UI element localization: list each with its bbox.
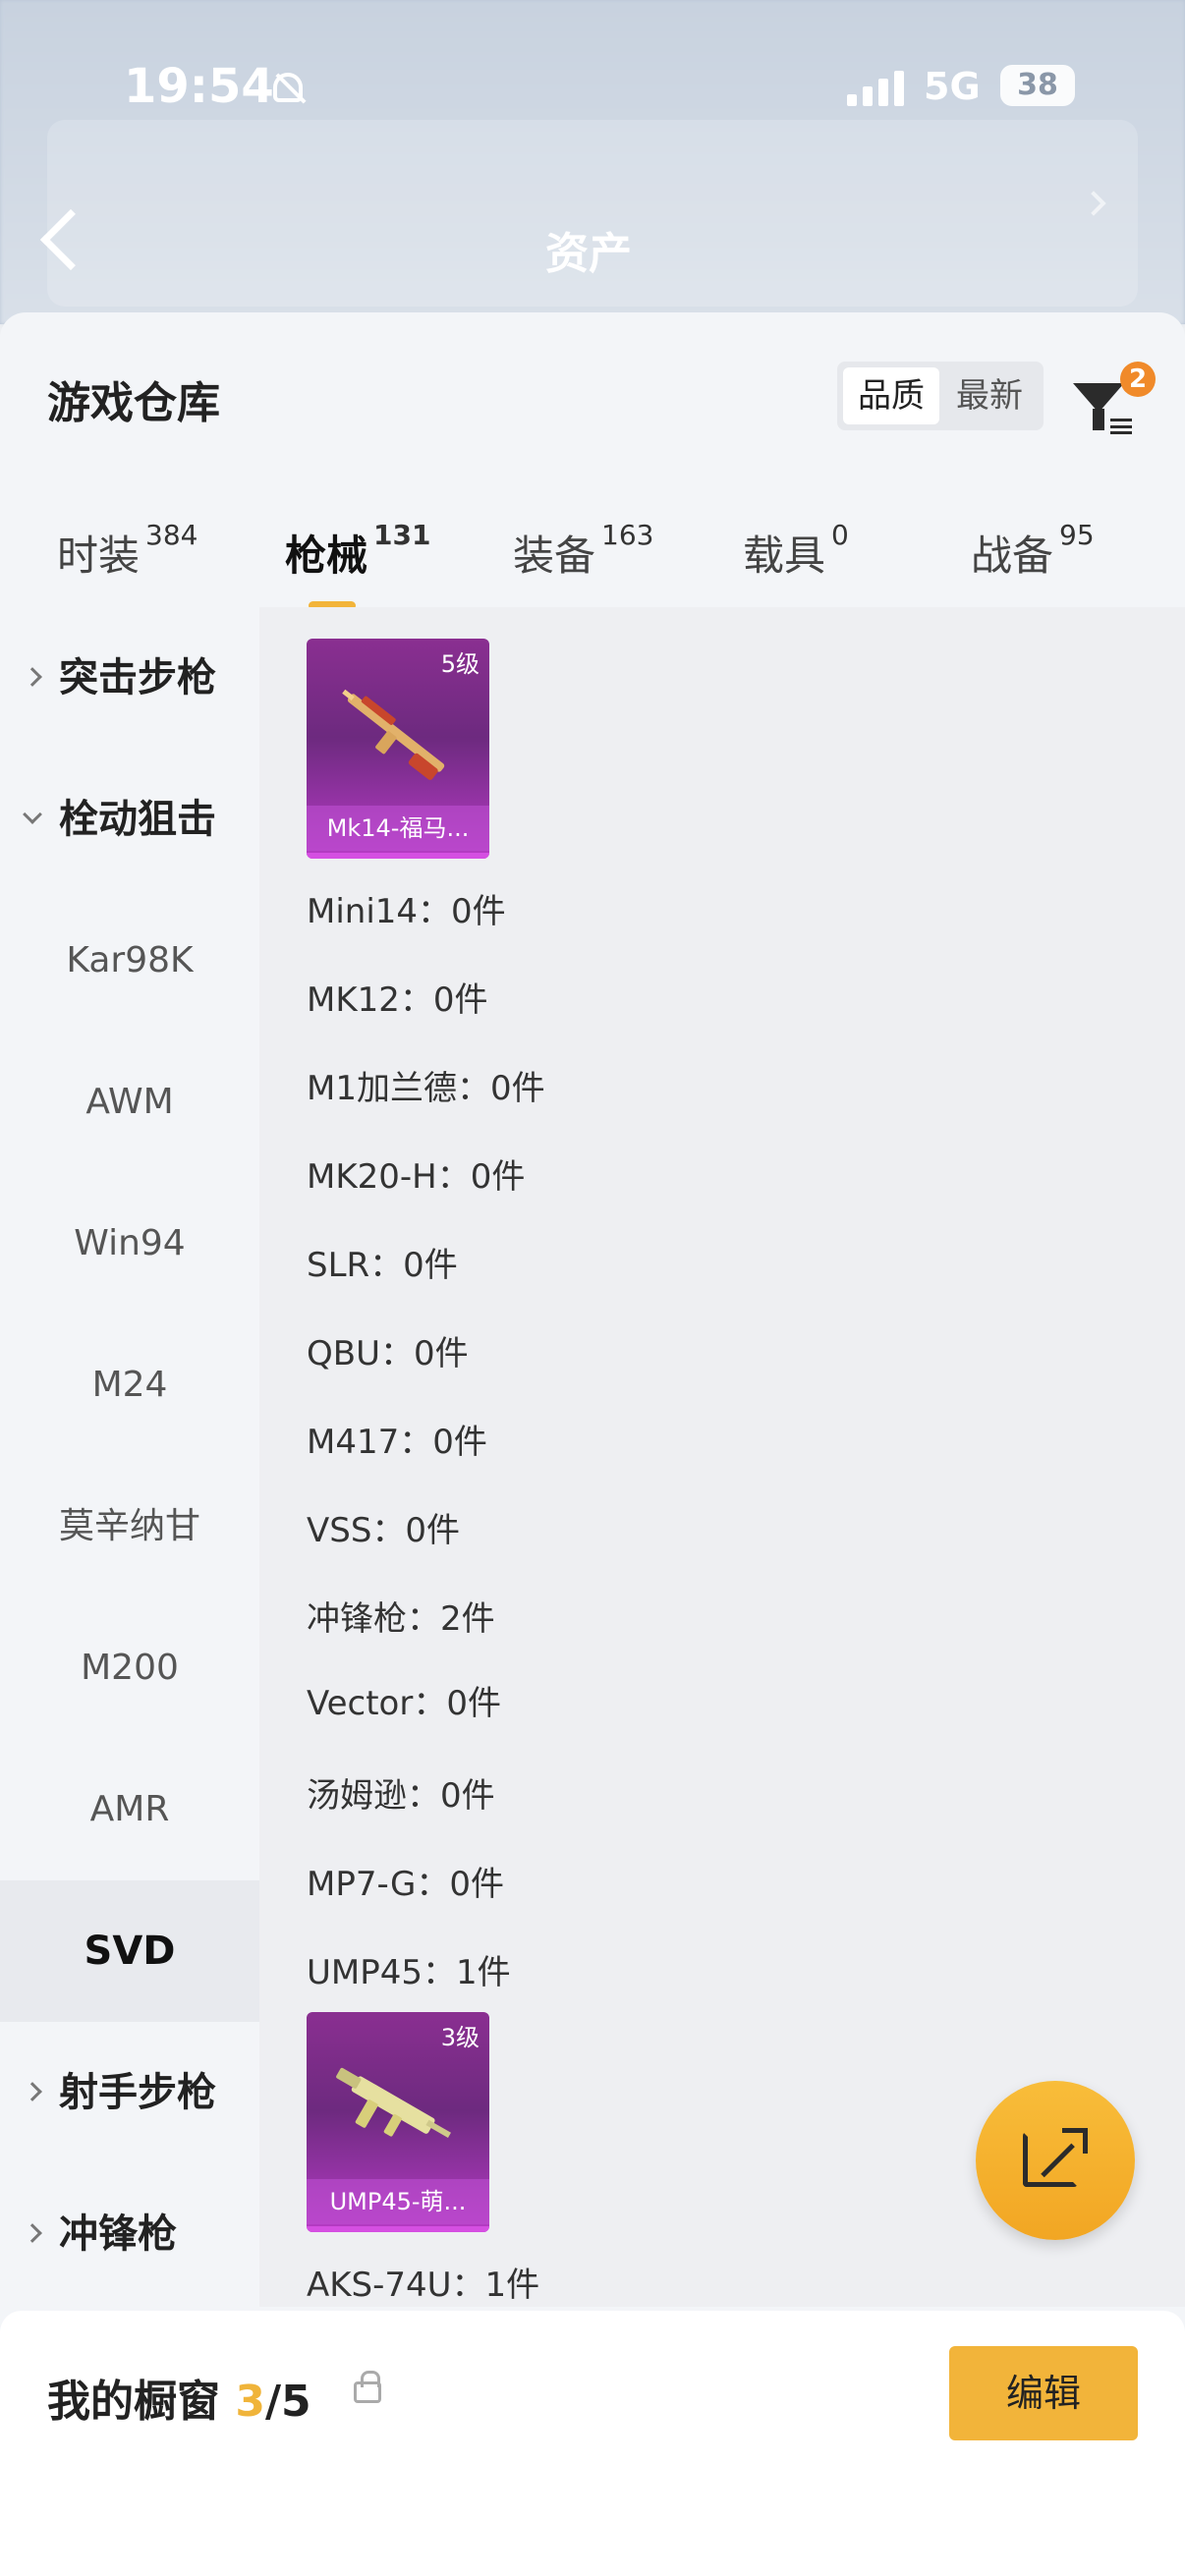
tab-vehicles[interactable]: 载具 0 — [743, 519, 849, 583]
tab-label: 战备 — [971, 532, 1054, 580]
nav-item-m200[interactable]: M200 — [0, 1597, 259, 1739]
edit-button[interactable]: 编辑 — [949, 2346, 1138, 2440]
smg-icon — [336, 2067, 451, 2138]
tab-count: 131 — [373, 519, 431, 551]
list-item: M1加兰德：0件 — [307, 1069, 545, 1108]
nav-item-kar98k[interactable]: Kar98K — [0, 890, 259, 1032]
nav-item-m24[interactable]: M24 — [0, 1315, 259, 1456]
tab-supplies[interactable]: 战备 95 — [971, 519, 1095, 583]
list-item: QBU：0件 — [307, 1334, 469, 1373]
chevron-right-icon — [23, 667, 42, 687]
network-type: 5G — [924, 65, 981, 108]
showcase-total: /5 — [264, 2377, 311, 2427]
item-list: 5级 Mk14-福马... Mini14：0件 MK12：0件 M1加兰德：0件… — [259, 607, 1185, 2307]
item-name: Mk14-福马... — [307, 806, 489, 851]
showcase-current-count: 3 — [235, 2377, 265, 2427]
tab-fashion[interactable]: 时装 384 — [57, 519, 198, 583]
item-name: UMP45-萌... — [307, 2179, 489, 2224]
status-time: 19:54 — [124, 59, 274, 114]
tab-count: 95 — [1059, 519, 1095, 551]
chevron-right-icon — [23, 2223, 42, 2243]
showcase-label: 我的橱窗 3/5 — [47, 2366, 311, 2429]
item-card-mk14[interactable]: 5级 Mk14-福马... — [307, 639, 489, 859]
list-item: Mini14：0件 — [307, 892, 506, 931]
status-bar: 19:54 5G 38 — [0, 59, 1185, 138]
tab-count: 163 — [601, 519, 654, 551]
list-item: MP7-G：0件 — [307, 1865, 504, 1904]
page-title: 资产 — [545, 229, 632, 279]
list-item: SLR：0件 — [307, 1246, 458, 1285]
list-item: MK12：0件 — [307, 980, 488, 1020]
item-level: 5级 — [440, 650, 480, 678]
nav-item-mosin[interactable]: 莫辛纳甘 — [0, 1456, 259, 1597]
quality-bar — [307, 2226, 489, 2232]
share-button[interactable] — [976, 2081, 1135, 2240]
quality-bar — [307, 853, 489, 859]
nav-group-bolt-sniper[interactable]: 栓动狙击 — [0, 749, 259, 890]
list-item: VSS：0件 — [307, 1511, 461, 1550]
category-tabs: 时装 384 枪械 131 装备 163 载具 0 战备 95 — [0, 505, 1185, 613]
category-sidebar: 突击步枪 栓动狙击 Kar98K AWM Win94 M24 莫辛纳甘 M200… — [0, 607, 259, 2307]
list-item: Vector：0件 — [307, 1684, 501, 1723]
page: { "status_bar": {"time": "19:54", "netwo… — [0, 0, 1185, 2576]
nav-item-awm[interactable]: AWM — [0, 1032, 259, 1173]
rifle-icon — [342, 689, 445, 780]
tab-label: 载具 — [743, 532, 826, 580]
list-item: M417：0件 — [307, 1423, 487, 1462]
showcase-title: 我的橱窗 — [47, 2377, 220, 2427]
tab-label: 枪械 — [285, 532, 368, 580]
showcase-bar: 我的橱窗 3/5 编辑 — [0, 2311, 1185, 2576]
list-item: UMP45：1件 — [307, 1953, 511, 1992]
list-item: 汤姆逊：0件 — [307, 1776, 495, 1816]
tab-label: 装备 — [513, 532, 596, 580]
tab-equipment[interactable]: 装备 163 — [513, 519, 653, 583]
nav-group-marksman-rifle[interactable]: 射手步枪 — [0, 2022, 259, 2163]
sort-toggle: 品质 最新 — [837, 362, 1044, 430]
item-level: 3级 — [440, 2024, 480, 2051]
chevron-right-icon — [23, 2082, 42, 2101]
sort-latest-button[interactable]: 最新 — [941, 367, 1038, 424]
list-item: AKS-74U：1件 — [307, 2266, 540, 2305]
lock-icon — [354, 2371, 381, 2403]
filter-count-badge: 2 — [1120, 362, 1156, 397]
chevron-down-icon — [23, 805, 42, 824]
nav-group-label: 冲锋枪 — [59, 2212, 177, 2257]
item-card-ump45[interactable]: 3级 UMP45-萌... — [307, 2012, 489, 2232]
share-icon-arrowhead — [1062, 2128, 1088, 2154]
nav-group-label: 突击步枪 — [59, 655, 216, 700]
tab-count: 384 — [145, 519, 198, 551]
nav-group-label: 栓动狙击 — [59, 797, 216, 842]
filter-button[interactable]: 2 — [1069, 362, 1156, 440]
nav-item-svd[interactable]: SVD — [0, 1880, 259, 2022]
nav-group-label: 射手步枪 — [59, 2070, 216, 2115]
sort-quality-button[interactable]: 品质 — [843, 367, 939, 424]
tab-count: 0 — [831, 519, 849, 551]
list-item: 冲锋枪：2件 — [307, 1599, 495, 1639]
tab-label: 时装 — [57, 532, 141, 580]
filter-icon-lines — [1110, 419, 1132, 434]
battery-icon: 38 — [1000, 65, 1075, 106]
list-item: MK20-H：0件 — [307, 1157, 526, 1197]
nav-group-assault-rifle[interactable]: 突击步枪 — [0, 607, 259, 749]
mute-bell-icon — [273, 73, 303, 102]
tab-guns[interactable]: 枪械 131 — [285, 519, 430, 583]
signal-icon — [847, 71, 906, 106]
filter-icon-stem — [1093, 409, 1104, 430]
warehouse-title: 游戏仓库 — [47, 378, 220, 428]
nav-group-smg[interactable]: 冲锋枪 — [0, 2163, 259, 2305]
nav-item-amr[interactable]: AMR — [0, 1739, 259, 1880]
nav-item-win94[interactable]: Win94 — [0, 1173, 259, 1315]
